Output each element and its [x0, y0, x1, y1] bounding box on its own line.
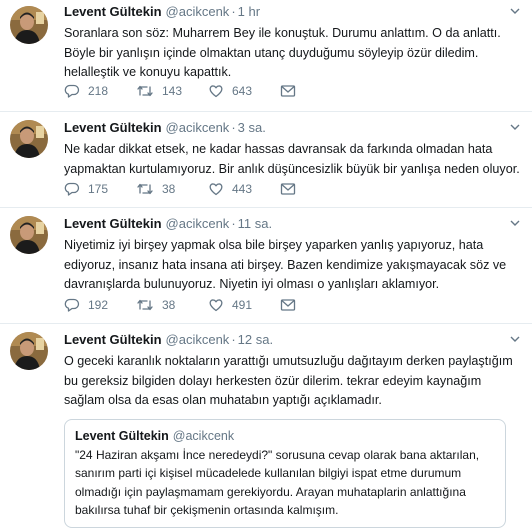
retweet-icon: [137, 85, 153, 97]
retweet-icon: [137, 299, 153, 311]
direct-message-button[interactable]: [280, 180, 296, 198]
tweet-time[interactable]: 12 sa.: [238, 332, 273, 347]
tweet-actions: 175 38 443: [64, 180, 304, 198]
reply-icon: [64, 182, 80, 196]
heart-icon: [209, 183, 223, 196]
tweet-actions: 192 38 491: [64, 296, 304, 314]
direct-message-button[interactable]: [280, 296, 296, 314]
quoted-author-handle[interactable]: @acikcenk: [173, 429, 234, 443]
tweet-time[interactable]: 3 sa.: [238, 120, 266, 135]
reply-button[interactable]: 192: [64, 296, 108, 314]
like-count: 443: [232, 182, 253, 196]
reply-icon: [64, 84, 80, 98]
tweet[interactable]: Levent Gültekin @acikcenk · 3 sa. Ne kadar …: [0, 112, 532, 208]
tweet[interactable]: Levent Gültekin @acikcenk · 12 sa. O geceki…: [0, 324, 532, 529]
separator-dot: ·: [231, 216, 236, 231]
author-name[interactable]: Levent Gültekin: [64, 120, 162, 135]
author-name[interactable]: Levent Gültekin: [64, 332, 162, 347]
tweet-text: Niyetimiz iyi birşey yapmak olsa bile bi…: [64, 238, 507, 291]
envelope-icon: [280, 183, 296, 195]
avatar[interactable]: [10, 216, 48, 254]
quoted-tweet-text: "24 Haziran akşamı İnce neredeydi?" soru…: [75, 448, 480, 517]
chevron-down-icon[interactable]: [510, 6, 520, 16]
tweet[interactable]: Levent Gültekin @acikcenk · 11 sa. Niyetimi…: [0, 208, 532, 324]
retweet-count: 143: [162, 84, 183, 98]
avatar[interactable]: [10, 6, 48, 44]
like-button[interactable]: 491: [208, 296, 252, 314]
retweet-count: 38: [162, 182, 176, 196]
tweet[interactable]: Levent Gültekin @acikcenk · 1 hr Soranlara …: [0, 0, 532, 112]
tweet-header: Levent Gültekin @acikcenk · 1 hr: [64, 4, 522, 20]
reply-count: 192: [88, 298, 109, 312]
tweet-actions: 218 143 643: [64, 82, 304, 100]
quoted-tweet-header: Levent Gültekin @acikcenk: [75, 428, 495, 444]
like-count: 491: [232, 298, 253, 312]
chevron-down-icon[interactable]: [510, 334, 520, 344]
tweet-text: Soranlara son söz: Muharrem Bey ile konu…: [64, 26, 501, 79]
tweet-header: Levent Gültekin @acikcenk · 12 sa.: [64, 332, 522, 348]
tweet-time[interactable]: 11 sa.: [238, 216, 272, 231]
avatar[interactable]: [10, 120, 48, 158]
reply-button[interactable]: 175: [64, 180, 108, 198]
reply-button[interactable]: 218: [64, 82, 108, 100]
author-handle[interactable]: @acikcenk: [166, 4, 230, 19]
like-count: 643: [232, 84, 253, 98]
retweet-button[interactable]: 38: [136, 296, 175, 314]
author-handle[interactable]: @acikcenk: [166, 120, 230, 135]
avatar[interactable]: [10, 332, 48, 370]
retweet-icon: [137, 183, 153, 195]
author-name[interactable]: Levent Gültekin: [64, 4, 162, 19]
direct-message-button[interactable]: [280, 82, 296, 100]
tweet-text: O geceki karanlık noktaların yarattığı u…: [64, 354, 513, 407]
heart-icon: [209, 299, 223, 312]
envelope-icon: [280, 299, 296, 311]
envelope-icon: [280, 85, 296, 97]
author-handle[interactable]: @acikcenk: [166, 216, 230, 231]
separator-dot: ·: [231, 332, 236, 347]
separator-dot: ·: [231, 4, 236, 19]
tweet-header: Levent Gültekin @acikcenk · 3 sa.: [64, 120, 522, 136]
quoted-tweet[interactable]: Levent Gültekin @acikcenk "24 Haziran akş…: [64, 419, 506, 529]
like-button[interactable]: 643: [208, 82, 252, 100]
tweet-header: Levent Gültekin @acikcenk · 11 sa.: [64, 216, 522, 232]
like-button[interactable]: 443: [208, 180, 252, 198]
tweet-text: Ne kadar dikkat etsek, ne kadar hassas d…: [64, 142, 520, 176]
heart-icon: [209, 85, 223, 98]
reply-count: 175: [88, 182, 109, 196]
reply-icon: [64, 298, 80, 312]
chevron-down-icon[interactable]: [510, 122, 520, 132]
author-handle[interactable]: @acikcenk: [166, 332, 230, 347]
author-name[interactable]: Levent Gültekin: [64, 216, 162, 231]
separator-dot: ·: [231, 120, 236, 135]
quoted-author-name[interactable]: Levent Gültekin: [75, 429, 169, 443]
retweet-button[interactable]: 143: [136, 82, 182, 100]
chevron-down-icon[interactable]: [510, 218, 520, 228]
retweet-count: 38: [162, 298, 176, 312]
tweet-time[interactable]: 1 hr: [238, 4, 260, 19]
retweet-button[interactable]: 38: [136, 180, 175, 198]
reply-count: 218: [88, 84, 109, 98]
tweet-feed: Levent Gültekin @acikcenk · 1 hr Soranlara …: [0, 0, 532, 529]
